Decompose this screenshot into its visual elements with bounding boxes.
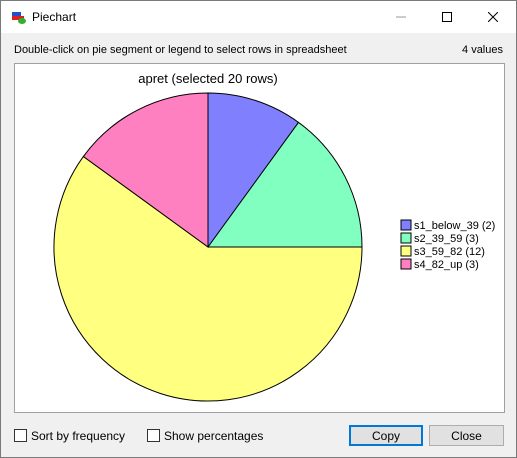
legend-swatch-s1_below_39[interactable] <box>400 219 412 231</box>
piechart-app-icon <box>12 12 26 24</box>
piechart-window: Piechart Double-click on pie segment or … <box>0 0 517 458</box>
copy-button[interactable]: Copy <box>349 425 423 446</box>
legend-swatch-s4_82_up[interactable] <box>400 258 412 270</box>
sort-by-frequency-label[interactable]: Sort by frequency <box>31 429 125 443</box>
chart-title: apret (selected 20 rows) <box>138 71 277 86</box>
close-icon <box>488 12 498 22</box>
window-title: Piechart <box>32 10 77 24</box>
show-percentages-checkbox[interactable] <box>147 429 160 442</box>
maximize-icon <box>442 12 452 22</box>
close-button[interactable]: Close <box>429 425 504 446</box>
legend-label-s1_below_39[interactable]: s1_below_39 (2) <box>414 220 495 232</box>
sort-by-frequency-checkbox[interactable] <box>14 429 27 442</box>
legend-swatch-s2_39_59[interactable] <box>400 232 412 244</box>
value-count: 4 values <box>462 44 503 56</box>
bottom-controls: Sort by frequency Show percentages Copy … <box>1 425 516 447</box>
title-bar[interactable]: Piechart <box>1 1 516 33</box>
legend-label-s3_59_82[interactable]: s3_59_82 (12) <box>414 246 485 258</box>
close-window-button[interactable] <box>470 1 516 33</box>
show-percentages-label[interactable]: Show percentages <box>164 429 263 443</box>
legend-label-s2_39_59[interactable]: s2_39_59 (3) <box>414 233 479 245</box>
pie-chart[interactable]: apret (selected 20 rows) s1_below_39 (2)… <box>15 64 504 412</box>
maximize-button[interactable] <box>424 1 470 33</box>
legend-swatch-s3_59_82[interactable] <box>400 245 412 257</box>
instruction-text: Double-click on pie segment or legend to… <box>14 44 347 56</box>
legend-label-s4_82_up[interactable]: s4_82_up (3) <box>414 259 479 271</box>
minimize-button[interactable] <box>378 1 424 33</box>
minimize-icon <box>396 16 406 18</box>
chart-panel: apret (selected 20 rows) s1_below_39 (2)… <box>14 63 505 413</box>
